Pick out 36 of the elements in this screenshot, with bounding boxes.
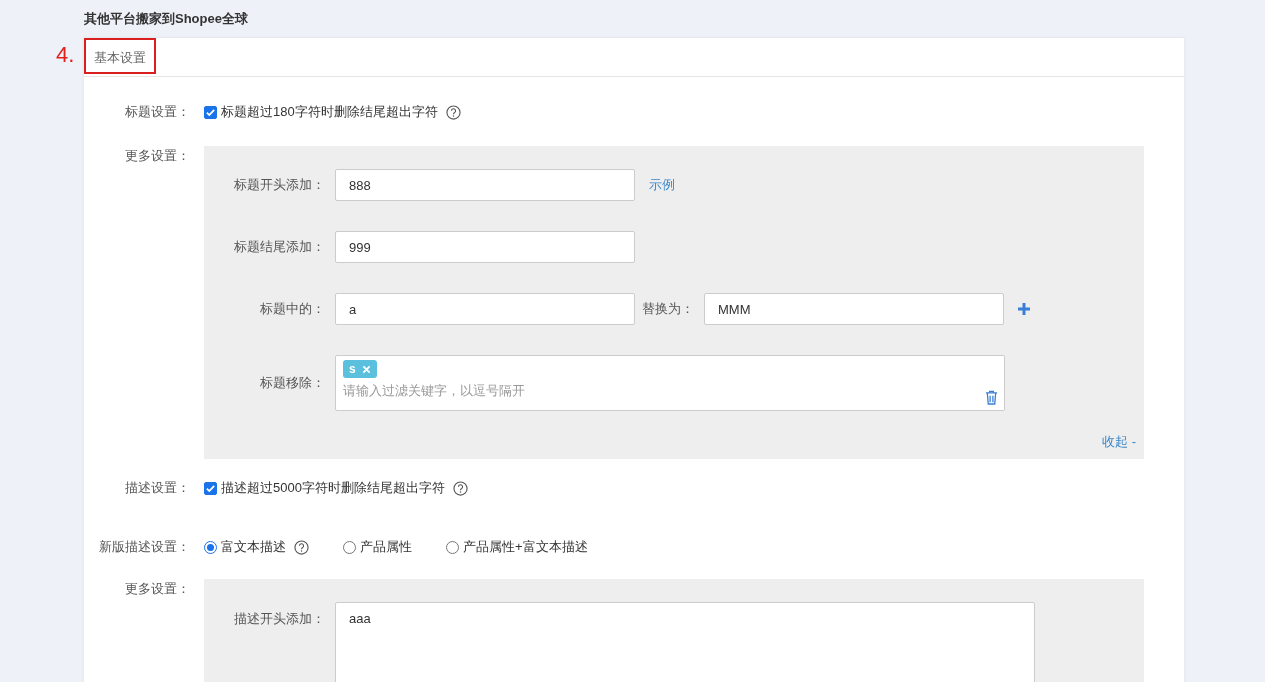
field-label: 标题中的： — [259, 300, 326, 318]
text-area[interactable]: aaa — [335, 602, 1035, 682]
help-icon[interactable] — [452, 480, 468, 496]
field-label: 标题移除： — [259, 374, 326, 392]
field-label: 标题设置： — [124, 103, 191, 121]
radio-label: 产品属性+富文本描述 — [463, 538, 588, 556]
page-title: 其他平台搬家到Shopee全球 — [84, 10, 249, 28]
field-label: 替换为： — [641, 300, 695, 318]
checkbox-label: 标题超过180字符时删除结尾超出字符 — [221, 103, 438, 121]
add-icon[interactable] — [1018, 303, 1030, 315]
text-input[interactable]: 888 — [335, 169, 635, 201]
radio-label: 富文本描述 — [221, 538, 286, 556]
radio-button[interactable] — [204, 540, 217, 554]
help-icon[interactable] — [445, 104, 461, 120]
field-label: 描述设置： — [124, 479, 191, 497]
delete-icon[interactable] — [985, 390, 998, 405]
step-number: 4. — [56, 42, 75, 68]
field-label: 标题开头添加： — [233, 176, 326, 194]
radio-label: 产品属性 — [360, 538, 412, 556]
text-input[interactable]: a — [335, 293, 635, 325]
field-label: 更多设置： — [124, 147, 191, 165]
radio-button[interactable] — [446, 540, 459, 554]
help-icon[interactable] — [294, 539, 309, 555]
radio-button[interactable] — [343, 540, 356, 554]
collapse-link[interactable]: 收起 - — [1102, 433, 1136, 451]
checkbox[interactable] — [204, 481, 217, 495]
checkbox-label: 描述超过5000字符时删除结尾超出字符 — [221, 479, 445, 497]
example-link[interactable]: 示例 — [649, 176, 675, 194]
field-label: 描述开头添加： — [233, 610, 326, 628]
checkbox[interactable] — [204, 105, 217, 119]
field-label: 标题结尾添加： — [233, 238, 326, 256]
section-title: 基本设置 — [84, 38, 156, 74]
text-input[interactable]: MMM — [704, 293, 1004, 325]
text-input[interactable]: 999 — [335, 231, 635, 263]
field-label: 更多设置： — [124, 580, 191, 598]
field-label: 新版描述设置： — [98, 538, 191, 556]
